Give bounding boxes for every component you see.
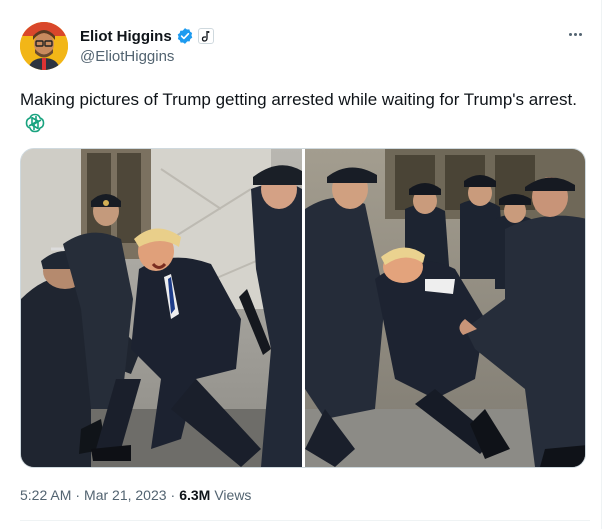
tweet: Eliot Higgins @EliotHiggins Making pictu… xyxy=(0,0,605,529)
tweet-text: Making pictures of Trump getting arreste… xyxy=(20,90,577,109)
author-name-row: Eliot Higgins xyxy=(80,26,214,46)
chatgpt-logo-icon xyxy=(23,111,47,135)
views-label: Views xyxy=(214,487,252,503)
author-display-name[interactable]: Eliot Higgins xyxy=(80,28,172,45)
more-options-button[interactable] xyxy=(562,24,588,44)
meta-separator: · xyxy=(75,487,81,503)
arrest-photo-left-image xyxy=(21,149,302,467)
affiliation-badge-icon[interactable] xyxy=(197,28,214,44)
avatar-portrait-icon xyxy=(20,22,68,70)
arrest-photo-right-image xyxy=(305,149,585,467)
tweet-date[interactable]: Mar 21, 2023 xyxy=(84,487,167,503)
tweet-meta: 5:22 AM · Mar 21, 2023 · 6.3M Views xyxy=(20,487,251,503)
more-dot-icon xyxy=(568,32,572,36)
views-count: 6.3M xyxy=(179,487,211,503)
meta-separator: · xyxy=(170,487,176,503)
tweet-time[interactable]: 5:22 AM xyxy=(20,487,71,503)
media-grid xyxy=(20,148,586,468)
author-handle[interactable]: @EliotHiggins xyxy=(80,48,174,65)
photo-right[interactable] xyxy=(305,149,585,467)
more-dot-icon xyxy=(578,32,582,36)
more-dot-icon xyxy=(573,32,577,36)
avatar[interactable] xyxy=(20,22,68,70)
verified-badge-icon[interactable] xyxy=(176,27,194,45)
photo-left[interactable] xyxy=(21,149,302,467)
column-divider xyxy=(601,0,602,529)
meta-divider xyxy=(20,520,590,521)
